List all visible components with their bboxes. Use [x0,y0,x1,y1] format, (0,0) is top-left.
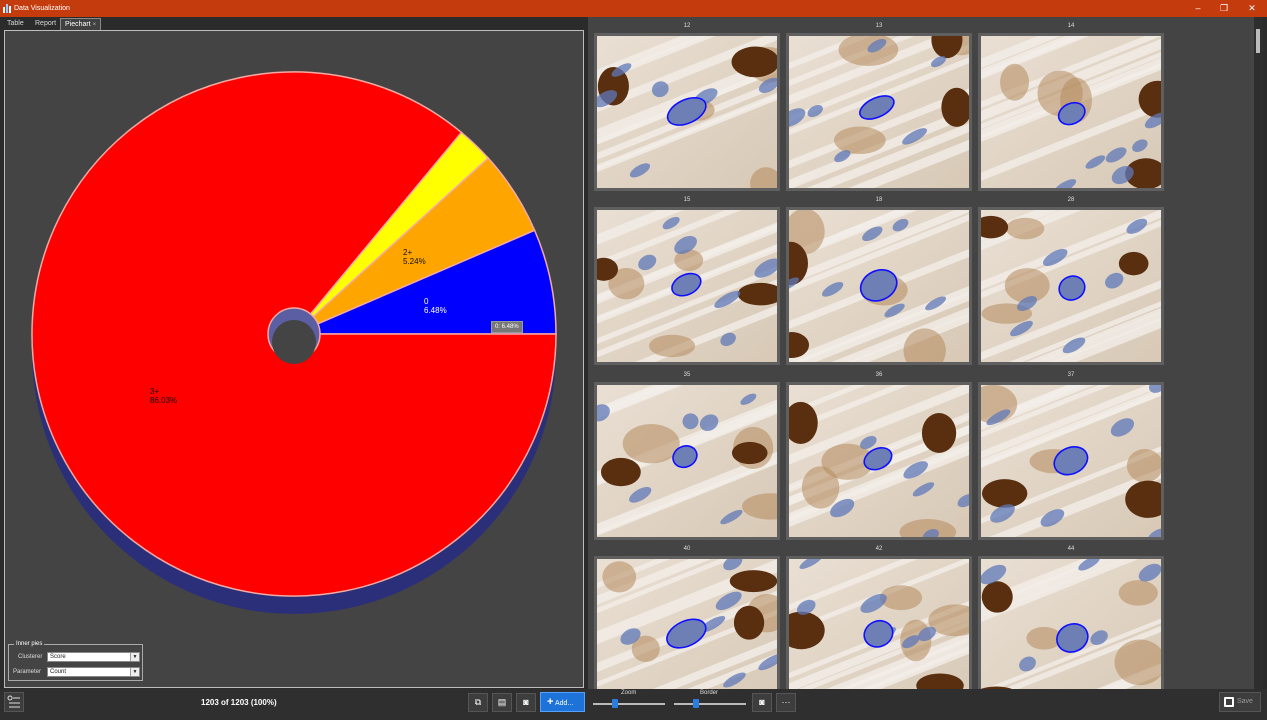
border-slider-thumb[interactable] [692,699,699,708]
tile-id-label: 28 [1067,197,1075,203]
tile-id-label: 40 [683,546,691,552]
cell-image-tile[interactable] [594,207,780,365]
cell-image-tile[interactable] [978,33,1164,191]
tab-close-icon[interactable]: × [93,22,97,28]
copy-icon: ⧉ [474,697,482,707]
cell-image-tile[interactable] [978,207,1164,365]
selection-count: 1203 of 1203 (100%) [201,698,277,707]
tab-label: Piechart [65,21,91,28]
pie-chart[interactable] [5,31,583,651]
tile-id-label: 18 [875,197,883,203]
save-icon [1224,697,1234,707]
inner-pies-group: Inner pies Clusterer Score ▼ Parameter Co… [8,641,143,681]
tile-id-label: 36 [875,372,883,378]
add-label: Add... [555,700,574,707]
save-label: Save [1237,698,1253,705]
clipboard-button[interactable]: ▤ [492,693,512,712]
piechart-panel: 3+ 86.03% 2+ 5.24% 0 6.48% 0: 6.48% Inner p… [4,30,584,688]
save-button[interactable]: Save [1219,692,1261,712]
more-button[interactable]: ··· [776,693,796,712]
zoom-slider-track[interactable] [593,703,665,705]
parameter-select[interactable]: Count ▼ [47,667,140,677]
slice-tooltip: 0: 6.48% [491,321,523,333]
tile-id-label: 12 [683,23,691,29]
copy-button[interactable]: ⧉ [468,693,488,712]
image-gallery: 12 13 14 15 18 28 35 36 37 40 42 44 [588,17,1263,689]
gallery-scrollbar[interactable] [1254,17,1263,689]
cell-image [597,36,777,188]
clusterer-label: Clusterer [18,654,43,660]
slice-label-2plus: 2+ 5.24% [403,248,426,266]
camera-icon: ◙ [759,697,765,707]
chevron-down-icon: ▼ [130,653,139,661]
cell-image-tile[interactable] [786,382,972,540]
cell-image-tile[interactable] [594,556,780,689]
close-button[interactable]: ✕ [1245,2,1259,14]
cell-image [789,385,969,537]
tab-label: Report [35,20,57,27]
tile-id-label: 13 [875,23,883,29]
tile-id-label: 44 [1067,546,1075,552]
filter-list-icon [7,695,20,708]
restore-button[interactable]: ❐ [1217,2,1231,14]
zoom-label: Zoom [621,690,637,696]
clusterer-select[interactable]: Score ▼ [47,652,140,662]
clipboard-icon: ▤ [497,697,507,707]
pie-center-hole [272,320,316,364]
tab-table[interactable]: Table [3,18,28,30]
tile-id-label: 37 [1067,372,1075,378]
parameter-value: Count [50,669,67,675]
tile-id-label: 42 [875,546,883,552]
cell-image [597,385,777,537]
cell-image-tile[interactable] [594,33,780,191]
cell-image-tile[interactable] [978,382,1164,540]
cell-image [789,36,969,188]
snapshot-button[interactable]: ◙ [516,693,536,712]
tab-bar: Table Report Piechart × [0,17,590,30]
cell-image-tile[interactable] [786,207,972,365]
tile-id-label: 14 [1067,23,1075,29]
gallery-snapshot-button[interactable]: ◙ [752,693,772,712]
cell-image [789,559,969,689]
zoom-slider-thumb[interactable] [611,699,618,708]
chevron-down-icon: ▼ [130,668,139,676]
minimize-button[interactable]: – [1191,2,1205,14]
bar-chart-icon [3,4,11,13]
tab-piechart[interactable]: Piechart × [60,18,102,30]
tab-report[interactable]: Report [31,18,60,30]
plus-icon: + [547,696,554,708]
inner-pies-title: Inner pies [14,641,45,647]
slice-label-0: 0 6.48% [424,297,447,315]
cell-image [981,559,1161,689]
tile-id-label: 35 [683,372,691,378]
cell-image [981,36,1161,188]
cell-image-tile[interactable] [786,556,972,689]
cell-image-tile[interactable] [594,382,780,540]
window-title: Data Visualization [14,5,70,12]
camera-icon: ◙ [523,697,529,707]
clusterer-value: Score [50,654,66,660]
title-bar: Data Visualization – ❐ ✕ [0,0,1267,17]
more-icon: ··· [781,697,791,707]
tab-label: Table [7,20,24,27]
border-label: Border [700,690,719,696]
scrollbar-thumb[interactable] [1256,29,1260,53]
parameter-label: Parameter [13,669,42,675]
cell-image [981,385,1161,537]
cell-image [597,210,777,362]
add-button[interactable]: + Add... [540,692,585,712]
cell-image-tile[interactable] [978,556,1164,689]
slice-label-3plus: 3+ 86.03% [150,387,178,405]
tile-id-label: 15 [683,197,691,203]
cell-image [981,210,1161,362]
border-slider-track[interactable] [674,703,746,705]
cell-image-tile[interactable] [786,33,972,191]
cell-image [789,210,969,362]
filter-list-button[interactable] [4,692,24,712]
cell-image [597,559,777,689]
